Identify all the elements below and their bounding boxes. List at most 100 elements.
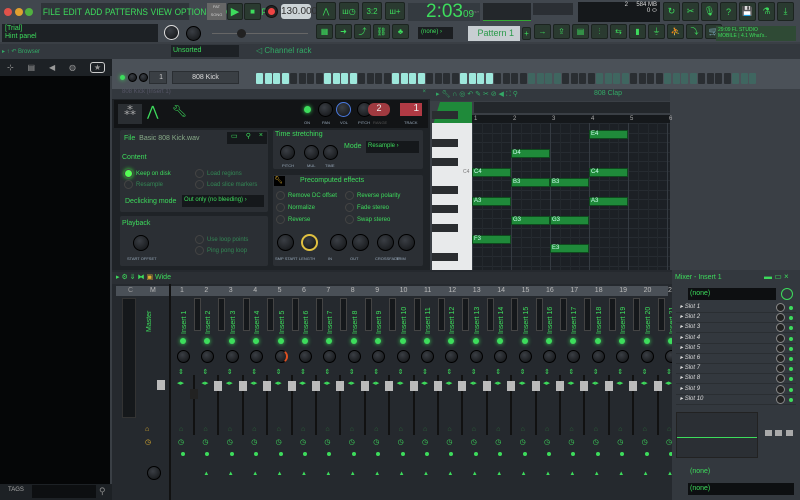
insert-enable-led[interactable]	[643, 338, 650, 344]
send-arrow-icon[interactable]: ▲	[643, 471, 649, 477]
insert-fader[interactable]	[263, 381, 272, 391]
step-button[interactable]	[706, 73, 714, 84]
step-button[interactable]	[579, 73, 586, 84]
insert-fader[interactable]	[190, 389, 198, 399]
step-button[interactable]	[638, 73, 646, 84]
insert-fader[interactable]	[238, 381, 247, 391]
effect-slot[interactable]: ▸ Slot 1	[676, 303, 796, 313]
slot-enable-led[interactable]	[789, 387, 793, 392]
insert-enable-led[interactable]	[424, 338, 430, 344]
effect-slot[interactable]: ▸ Slot 7	[676, 364, 796, 375]
news-panel[interactable]: 29:09 FL STUDIO MOBILE | 4.1 What's..	[716, 26, 796, 41]
fx-lock-icon[interactable]: ⌂	[179, 426, 183, 433]
black-key[interactable]	[432, 186, 458, 194]
toolbar-icon-row2-7[interactable]: ▤	[572, 24, 589, 39]
send-led[interactable]	[522, 452, 527, 456]
insert-pan-knob[interactable]	[543, 350, 556, 363]
step-button[interactable]	[672, 73, 680, 84]
swap-icon[interactable]: ◂▸	[177, 379, 184, 387]
insert-enable-led[interactable]	[399, 338, 406, 344]
step-button[interactable]	[426, 73, 433, 84]
slot-enable-led[interactable]	[789, 336, 793, 341]
note[interactable]: B3	[550, 177, 589, 187]
song-mode[interactable]: SONG	[207, 11, 226, 19]
toolbar-icon-row2-0[interactable]: ▦	[316, 24, 333, 39]
insert-name[interactable]: Insert 3	[230, 311, 237, 334]
insert-name[interactable]: Insert 12	[449, 307, 456, 334]
precomputed-wrench-icon[interactable]: 🔧︎	[274, 176, 285, 186]
note[interactable]: A3	[472, 196, 511, 206]
route-icon[interactable]: ◷	[300, 438, 306, 446]
menu-add[interactable]: ADD	[85, 7, 102, 17]
insert-name[interactable]: Insert 5	[279, 311, 286, 334]
resample-radio[interactable]: Resample	[124, 180, 163, 189]
load-slice-radio[interactable]: Load slice markers	[195, 180, 257, 189]
fx-lock-icon[interactable]: ⌂	[643, 426, 647, 433]
slot-enable-led[interactable]	[789, 326, 793, 331]
send-arrow-icon[interactable]: ▲	[447, 471, 453, 477]
step-button[interactable]	[315, 73, 323, 84]
menu-view[interactable]: VIEW	[151, 7, 172, 17]
fx-lock-icon[interactable]: ⌂	[618, 426, 622, 433]
insert-pan-knob[interactable]	[177, 350, 190, 363]
insert-name[interactable]: Insert 7	[327, 311, 334, 334]
channel-enable-led[interactable]	[120, 75, 125, 80]
fx-lock-icon[interactable]: ⌂	[423, 426, 427, 433]
step-button[interactable]	[298, 73, 306, 84]
channel-mixer-track[interactable]: 1	[149, 71, 167, 84]
star-tab-icon[interactable]: ★	[89, 62, 106, 73]
fx-lock-icon[interactable]: ⌂	[521, 426, 525, 433]
insert-name[interactable]: Insert 14	[498, 307, 505, 334]
globe-tab-icon[interactable]: ◍	[69, 63, 76, 72]
route-icon[interactable]: ◷	[495, 438, 501, 446]
send-arrow-icon[interactable]: ▲	[325, 471, 331, 477]
send-led[interactable]	[473, 452, 478, 456]
insert-enable-led[interactable]	[228, 338, 235, 344]
send-arrow-icon[interactable]: ▲	[521, 471, 527, 477]
add-pattern-button[interactable]: +	[522, 27, 531, 40]
send-arrow-icon[interactable]: ▲	[301, 471, 307, 477]
route-icon[interactable]: ◷	[373, 438, 379, 446]
black-key[interactable]	[432, 252, 458, 261]
insert-name[interactable]: Insert 15	[523, 307, 530, 334]
slot-mix-knob[interactable]	[776, 303, 785, 312]
stereo-sep-icon[interactable]: ⇕	[544, 368, 550, 376]
insert-fader[interactable]	[458, 381, 467, 391]
insert-fader[interactable]	[580, 381, 589, 391]
pattern-selector[interactable]: Pattern 1	[468, 26, 520, 41]
send-led[interactable]	[229, 452, 234, 456]
step-button[interactable]	[715, 73, 722, 84]
route-icon[interactable]: ◷	[422, 438, 428, 446]
black-key[interactable]	[432, 205, 458, 213]
send-led[interactable]	[303, 452, 307, 456]
fx-lock-icon[interactable]: ⌂	[447, 426, 451, 433]
slot-enable-led[interactable]	[789, 306, 793, 310]
stereo-sep-icon[interactable]: ⇕	[251, 368, 257, 376]
step-button[interactable]	[494, 73, 501, 84]
insert-fader[interactable]	[604, 381, 613, 391]
insert-enable-led[interactable]	[350, 338, 357, 344]
step-button[interactable]	[375, 73, 382, 84]
black-key[interactable]	[432, 157, 458, 166]
swap-icon[interactable]: ◂▸	[665, 379, 672, 387]
track-value[interactable]: 1	[400, 103, 422, 116]
toolbar-icon-2[interactable]: 3:2	[362, 2, 382, 20]
step-button[interactable]	[341, 73, 348, 84]
slot-mix-knob[interactable]	[776, 364, 785, 374]
master-lock-icon[interactable]: ⌂	[145, 426, 149, 433]
swap-icon[interactable]: ◂▸	[445, 379, 452, 387]
insert-name[interactable]: Insert 19	[620, 307, 627, 334]
route-icon[interactable]: ◷	[544, 438, 550, 446]
stereo-sep-icon[interactable]: ⇕	[276, 368, 282, 376]
stereo-sep-icon[interactable]: ⇕	[617, 368, 623, 376]
insert-fader[interactable]	[385, 381, 394, 391]
note[interactable]: B3	[511, 177, 550, 187]
black-key[interactable]	[432, 111, 458, 119]
toolbar-icon-row2-4[interactable]: ♣	[392, 24, 409, 39]
route-icon[interactable]: ◷	[568, 438, 574, 446]
send-arrow-icon[interactable]: ▲	[423, 471, 429, 477]
toolbar-icon-row2-12[interactable]: ⛹	[667, 24, 684, 39]
send-led[interactable]	[181, 452, 185, 456]
insert-pan-knob[interactable]	[299, 350, 312, 363]
fx-lock-icon[interactable]: ⌂	[399, 426, 403, 433]
